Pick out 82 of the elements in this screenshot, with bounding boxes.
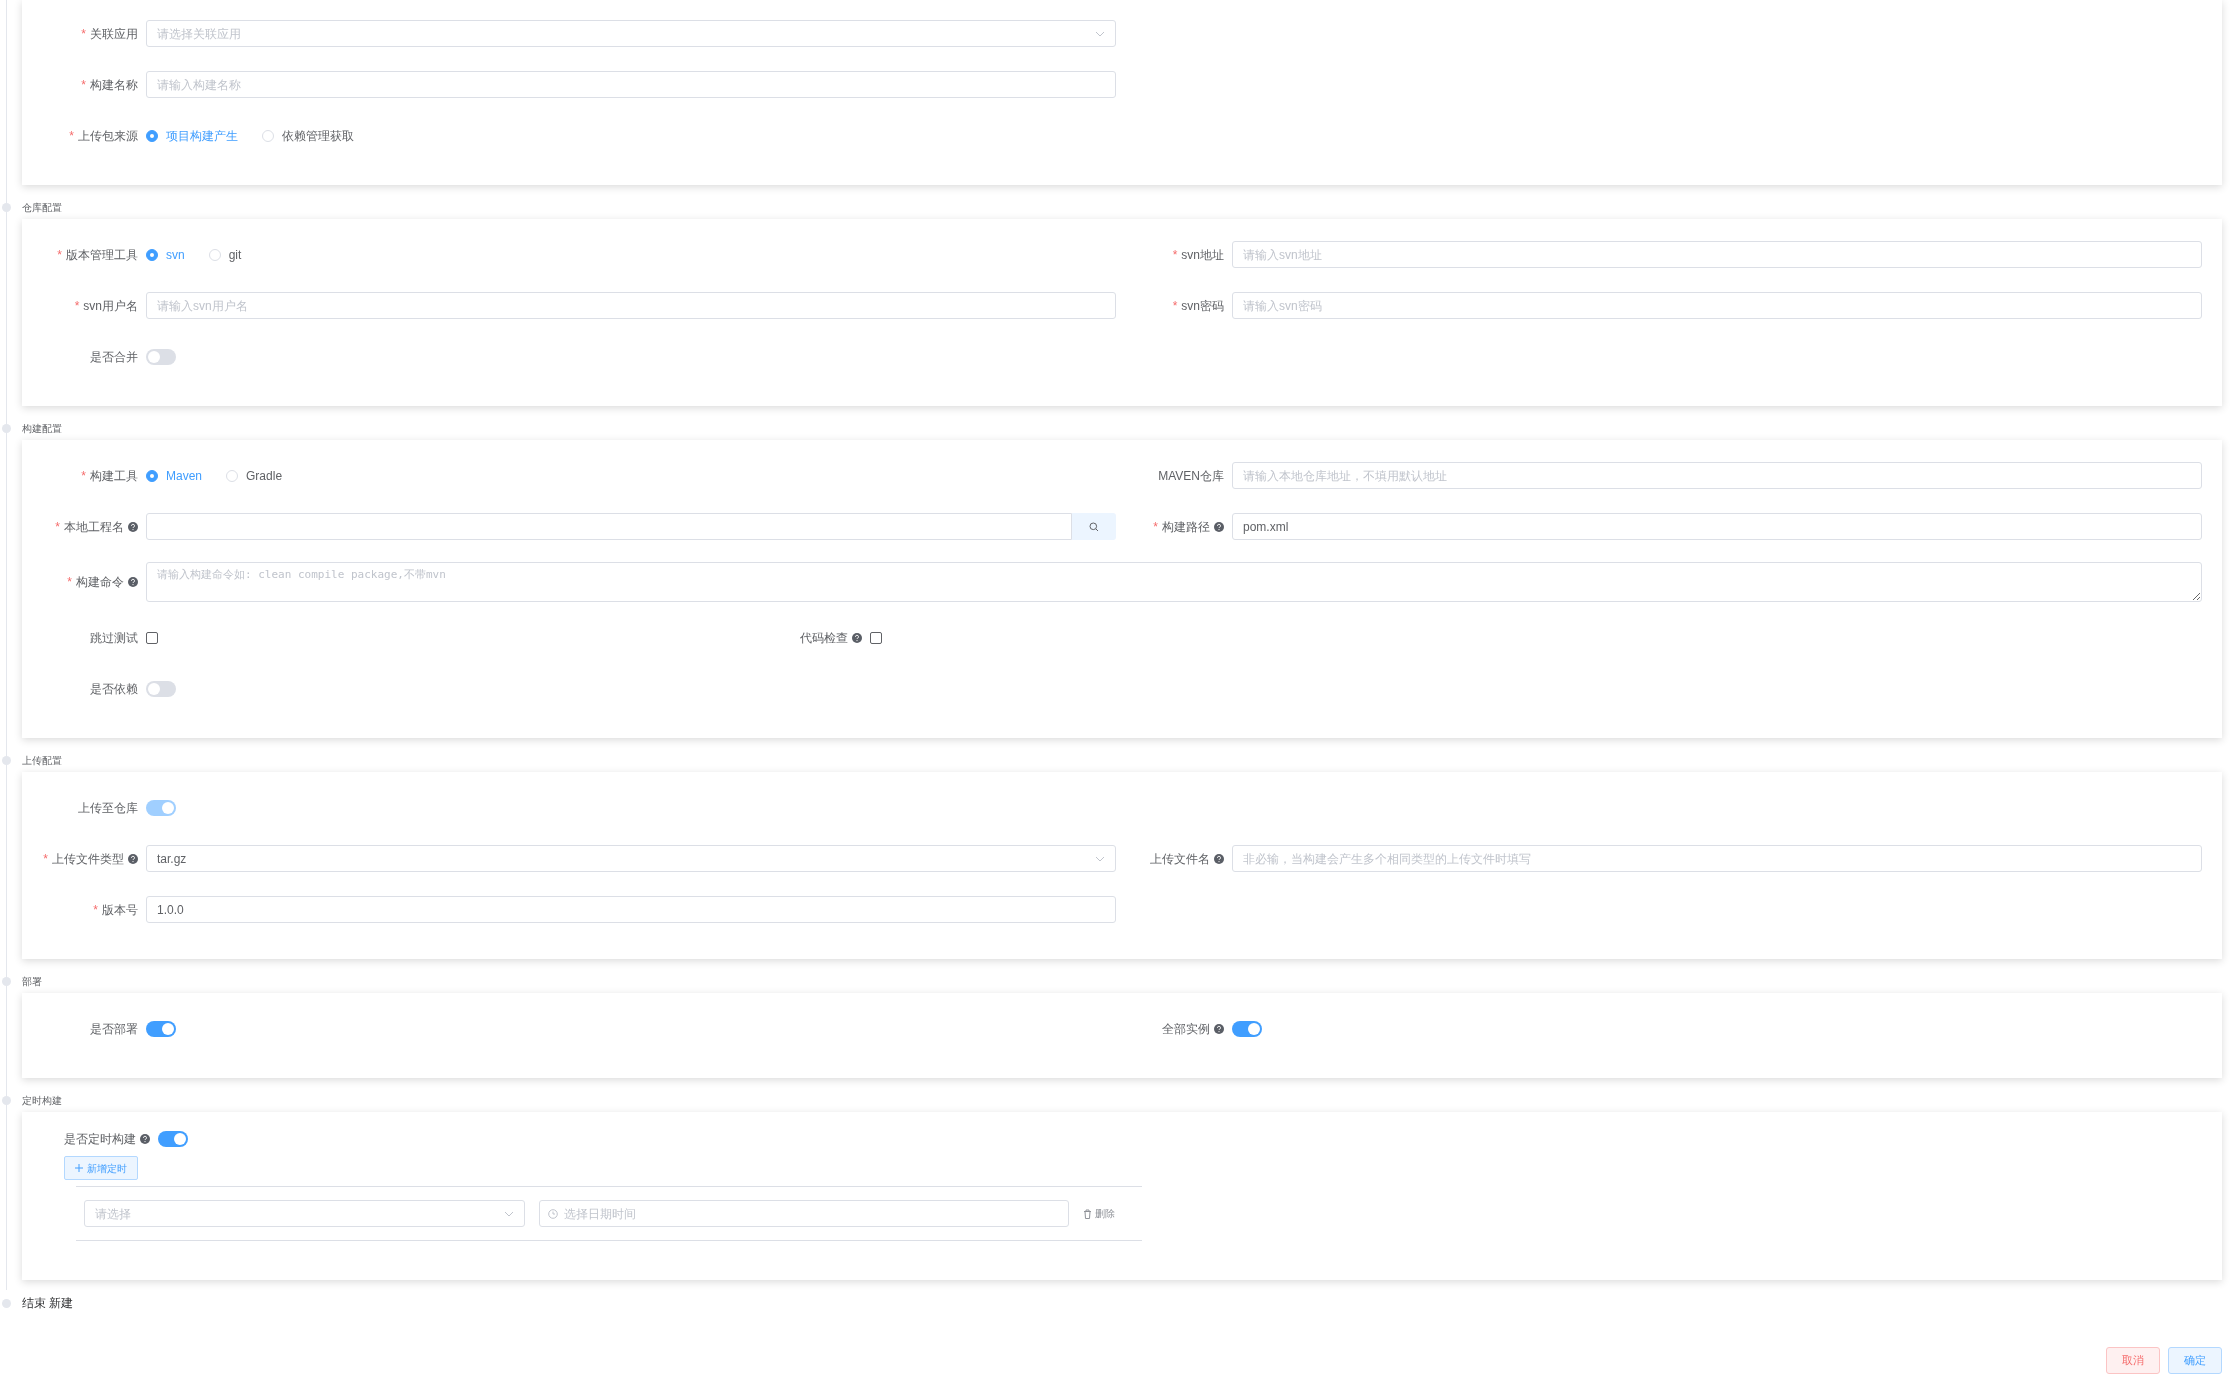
section-title: 仓库配置: [22, 201, 62, 215]
field-label: svn密码: [1181, 297, 1224, 315]
field-label: 版本号: [102, 901, 138, 919]
field-label: 代码检查: [800, 629, 848, 647]
section-title: 上传配置: [22, 754, 62, 768]
trash-icon: [1083, 1208, 1092, 1219]
field-label: 构建路径: [1162, 518, 1210, 536]
field-label: svn地址: [1181, 246, 1224, 264]
field-label: 构建命令: [76, 574, 124, 591]
field-label: 上传文件名: [1150, 850, 1210, 868]
add-schedule-button[interactable]: 新增定时: [64, 1156, 138, 1180]
radio-button[interactable]: [146, 469, 158, 482]
section-title: 定时构建: [22, 1094, 62, 1108]
plus-icon: [75, 1164, 83, 1172]
field-label: MAVEN仓库: [1158, 467, 1224, 485]
radio-label: Gradle: [246, 467, 283, 485]
section-title: 构建配置: [22, 422, 62, 436]
radio-label: 依赖管理获取: [282, 127, 354, 145]
required-mark: *: [93, 901, 98, 919]
required-mark: *: [1172, 246, 1178, 264]
select-field[interactable]: 请选择关联应用: [146, 20, 1116, 47]
checkbox[interactable]: [146, 631, 158, 644]
field-label: 构建工具: [90, 467, 138, 485]
search-icon: [1089, 521, 1099, 532]
radio-label: git: [228, 246, 242, 264]
required-mark: *: [67, 574, 72, 591]
clock-icon: [548, 1208, 558, 1219]
end-label: 结束 新建: [22, 1295, 74, 1312]
section-title: 部署: [22, 975, 42, 989]
field-label: 是否部署: [90, 1020, 138, 1038]
select-field[interactable]: 请选择: [84, 1200, 525, 1227]
required-mark: *: [43, 850, 48, 868]
text-field[interactable]: 请输入构建名称: [146, 71, 1116, 98]
radio-label: 项目构建产生: [166, 127, 238, 145]
field-label: 是否依赖: [90, 680, 138, 698]
field-label: 是否定时构建: [64, 1131, 136, 1148]
text-field[interactable]: pom.xml: [1232, 513, 2202, 540]
radio-button[interactable]: [146, 129, 158, 142]
chevron-down-icon: [1095, 855, 1105, 862]
text-field[interactable]: [146, 513, 1072, 540]
toggle-switch[interactable]: [146, 1020, 176, 1037]
toggle-switch[interactable]: [146, 348, 176, 365]
field-label: 全部实例: [1162, 1020, 1210, 1038]
field-label: 上传文件类型: [52, 850, 124, 868]
text-field[interactable]: 请输入本地仓库地址，不填用默认地址: [1232, 462, 2202, 489]
text-field[interactable]: 请输入svn地址: [1232, 241, 2202, 268]
chevron-down-icon: [504, 1210, 514, 1217]
required-mark: *: [81, 76, 86, 94]
radio-label: Maven: [166, 467, 203, 485]
required-mark: *: [55, 518, 60, 536]
cancel-button[interactable]: 取消: [2106, 1347, 2160, 1374]
field-label: svn用户名: [83, 297, 138, 315]
toggle-switch[interactable]: [1232, 1020, 1262, 1037]
required-mark: *: [74, 297, 80, 315]
required-mark: *: [1153, 518, 1158, 536]
text-field[interactable]: 请输入svn用户名: [146, 292, 1116, 319]
field-label: 版本管理工具: [66, 246, 138, 264]
required-mark: *: [81, 467, 86, 485]
toggle-switch[interactable]: [146, 680, 176, 697]
field-label: 是否合并: [90, 348, 138, 366]
required-mark: *: [1172, 297, 1178, 315]
field-label: 关联应用: [90, 25, 138, 43]
text-field[interactable]: 1.0.0: [146, 896, 1116, 923]
required-mark: *: [57, 246, 62, 264]
delete-link[interactable]: 删除: [1083, 1206, 1115, 1221]
chevron-down-icon: [1095, 30, 1105, 37]
checkbox[interactable]: [870, 631, 882, 644]
search-button[interactable]: [1072, 513, 1116, 540]
required-mark: *: [69, 127, 74, 145]
toggle-switch[interactable]: [158, 1131, 188, 1147]
radio-label: svn: [166, 246, 185, 264]
field-label: 上传至仓库: [78, 799, 138, 817]
field-label: 构建名称: [90, 76, 138, 94]
field-label: 上传包来源: [78, 127, 138, 145]
text-field[interactable]: 请输入svn密码: [1232, 292, 2202, 319]
required-mark: *: [81, 25, 86, 43]
radio-button[interactable]: [146, 248, 158, 261]
select-field[interactable]: tar.gz: [146, 845, 1116, 872]
field-label: 本地工程名: [64, 518, 124, 536]
field-label: 跳过测试: [90, 629, 138, 647]
datetime-field[interactable]: 选择日期时间: [539, 1200, 1069, 1227]
confirm-button[interactable]: 确定: [2168, 1347, 2222, 1374]
